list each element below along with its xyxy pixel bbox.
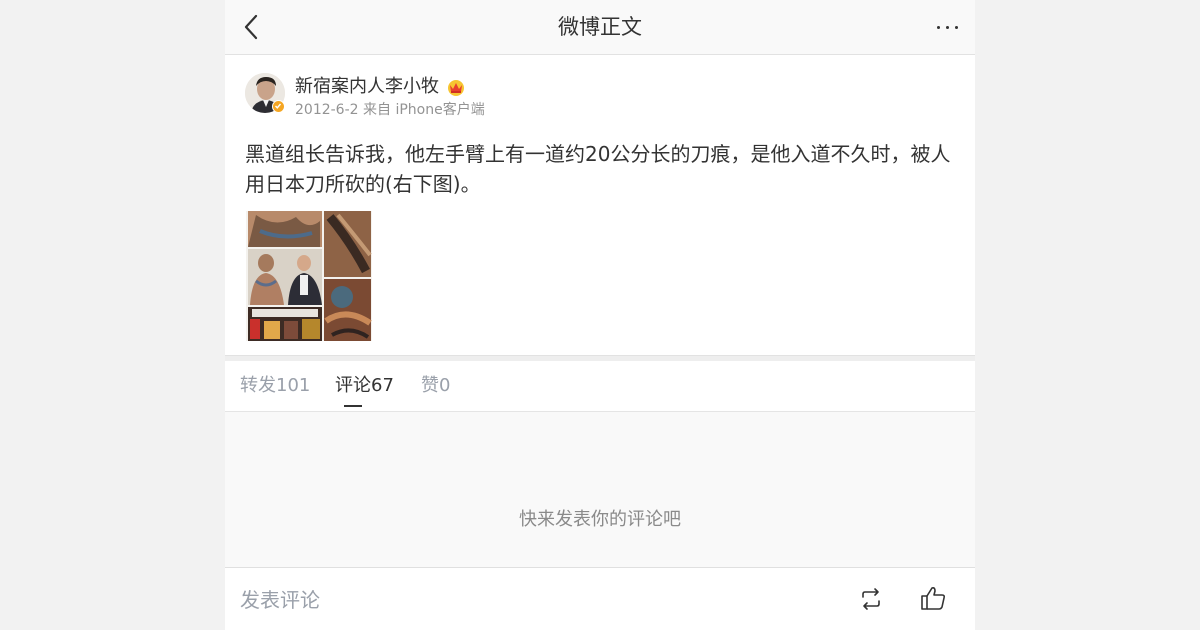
user-name[interactable]: 新宿案内人李小牧 xyxy=(295,76,439,98)
empty-comments-hint: 快来发表你的评论吧 xyxy=(519,509,681,530)
tab-reposts[interactable]: 转发101 xyxy=(240,375,310,397)
interaction-tabs: 转发101 评论67 赞0 xyxy=(225,361,975,412)
comment-input[interactable]: 发表评论 xyxy=(240,588,320,612)
post-image-collage[interactable] xyxy=(246,211,372,341)
page-title: 微博正文 xyxy=(558,15,642,39)
post-text: 黑道组长告诉我，他左手臂上有一道约20公分长的刀痕，是他入道不久时，被人用日本刀… xyxy=(245,142,951,196)
comments-list: 快来发表你的评论吧 xyxy=(225,412,975,567)
repost-icon xyxy=(862,588,880,610)
bottom-action-bar: 发表评论 xyxy=(225,567,975,630)
more-dots-icon xyxy=(937,26,940,29)
tab-likes[interactable]: 赞0 xyxy=(421,375,450,397)
tab-comments[interactable]: 评论67 xyxy=(335,375,394,397)
like-button[interactable] xyxy=(918,583,948,613)
weibo-detail-screen: 微博正文 新宿案内人李小牧 2012-6-2 来自 iPhone客户端 黑道组长… xyxy=(225,0,975,630)
crown-badge-icon xyxy=(446,77,466,97)
repost-button[interactable] xyxy=(856,584,886,614)
post-card: 新宿案内人李小牧 2012-6-2 来自 iPhone客户端 黑道组长告诉我，他… xyxy=(225,55,975,355)
active-tab-indicator xyxy=(344,405,362,407)
verified-badge-icon xyxy=(272,100,285,113)
more-button[interactable] xyxy=(935,14,963,40)
post-meta: 2012-6-2 来自 iPhone客户端 xyxy=(295,102,485,118)
top-nav-bar: 微博正文 xyxy=(225,0,975,55)
thumbs-up-icon xyxy=(921,587,946,610)
